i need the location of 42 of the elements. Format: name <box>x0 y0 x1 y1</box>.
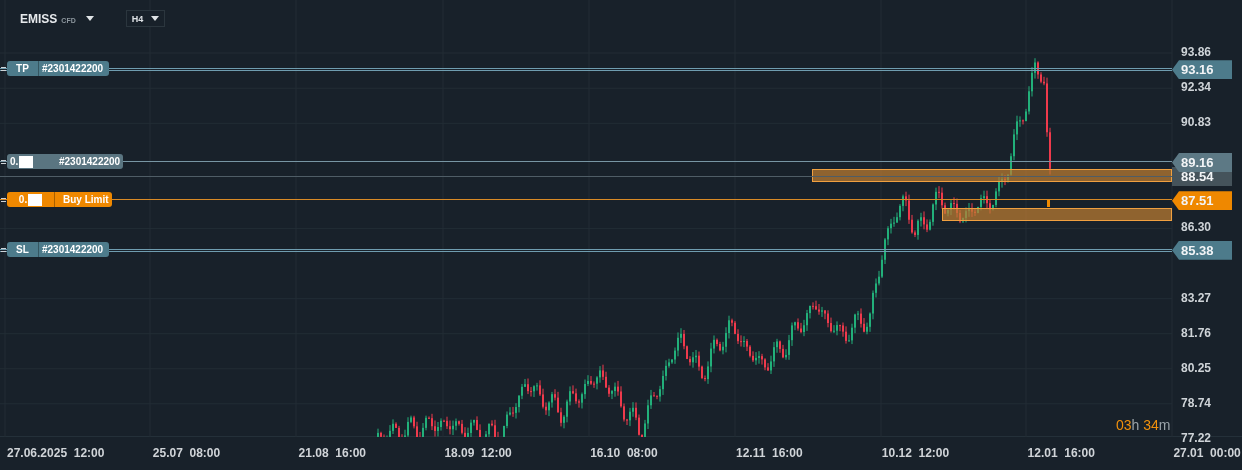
price-tick: 77.22 <box>1181 431 1212 446</box>
order-kind: TP <box>7 61 39 77</box>
order-label[interactable]: 0. Buy Limit <box>7 192 112 208</box>
caret-icon <box>85 16 94 21</box>
bar-countdown: 03h 34m <box>1116 417 1171 433</box>
price-tick: 81.76 <box>1181 325 1212 340</box>
time-label: 16.10 08:00 <box>589 446 658 461</box>
price-tag: 87.51 <box>1172 191 1232 211</box>
symbol-name: EMISS <box>20 11 58 26</box>
order-label[interactable]: TP #2301422200 <box>7 61 109 77</box>
volume-text: 0. <box>10 156 19 168</box>
timeframe-button[interactable]: H4 <box>125 10 166 27</box>
drag-handle-icon[interactable] <box>1 198 6 203</box>
time-label: 12.01 16:00 <box>1026 446 1095 461</box>
time-label: 25.07 08:00 <box>151 446 221 461</box>
order-label[interactable]: 0. #2301422200 <box>7 154 124 170</box>
drag-handle-icon[interactable] <box>1 67 6 72</box>
price-tag: 85.38 <box>1172 240 1232 260</box>
order-marker <box>1047 199 1050 207</box>
price-tick: 92.34 <box>1181 80 1212 95</box>
time-label: 27.01 00:00 <box>1172 446 1241 461</box>
drag-handle-icon[interactable] <box>1 160 6 165</box>
price-tag: 93.16 <box>1172 60 1232 80</box>
order-kind: SL <box>7 241 39 257</box>
volume-text: 0. <box>18 194 28 206</box>
price-tick: 90.83 <box>1181 115 1212 130</box>
drag-handle-icon[interactable] <box>1 247 6 252</box>
price-tag: 89.16 <box>1172 153 1232 173</box>
price-tick: 83.27 <box>1181 290 1212 305</box>
redaction-mark <box>28 193 43 206</box>
time-label: 21.08 16:00 <box>297 446 366 461</box>
price-tick: 93.86 <box>1181 45 1212 59</box>
time-label: 10.12 12:00 <box>880 446 950 461</box>
time-label: 12.11 16:00 <box>735 446 803 461</box>
order-label[interactable]: SL #2301422200 <box>7 241 109 257</box>
price-tick: 78.74 <box>1181 395 1212 410</box>
time-label: 18.09 12:00 <box>443 446 512 461</box>
time-label: 27.06.2025 12:00 <box>6 446 105 461</box>
price-tick: 80.25 <box>1181 360 1212 375</box>
price-tick: 86.30 <box>1181 220 1212 235</box>
caret-icon <box>151 16 160 21</box>
redaction-mark <box>19 155 34 168</box>
